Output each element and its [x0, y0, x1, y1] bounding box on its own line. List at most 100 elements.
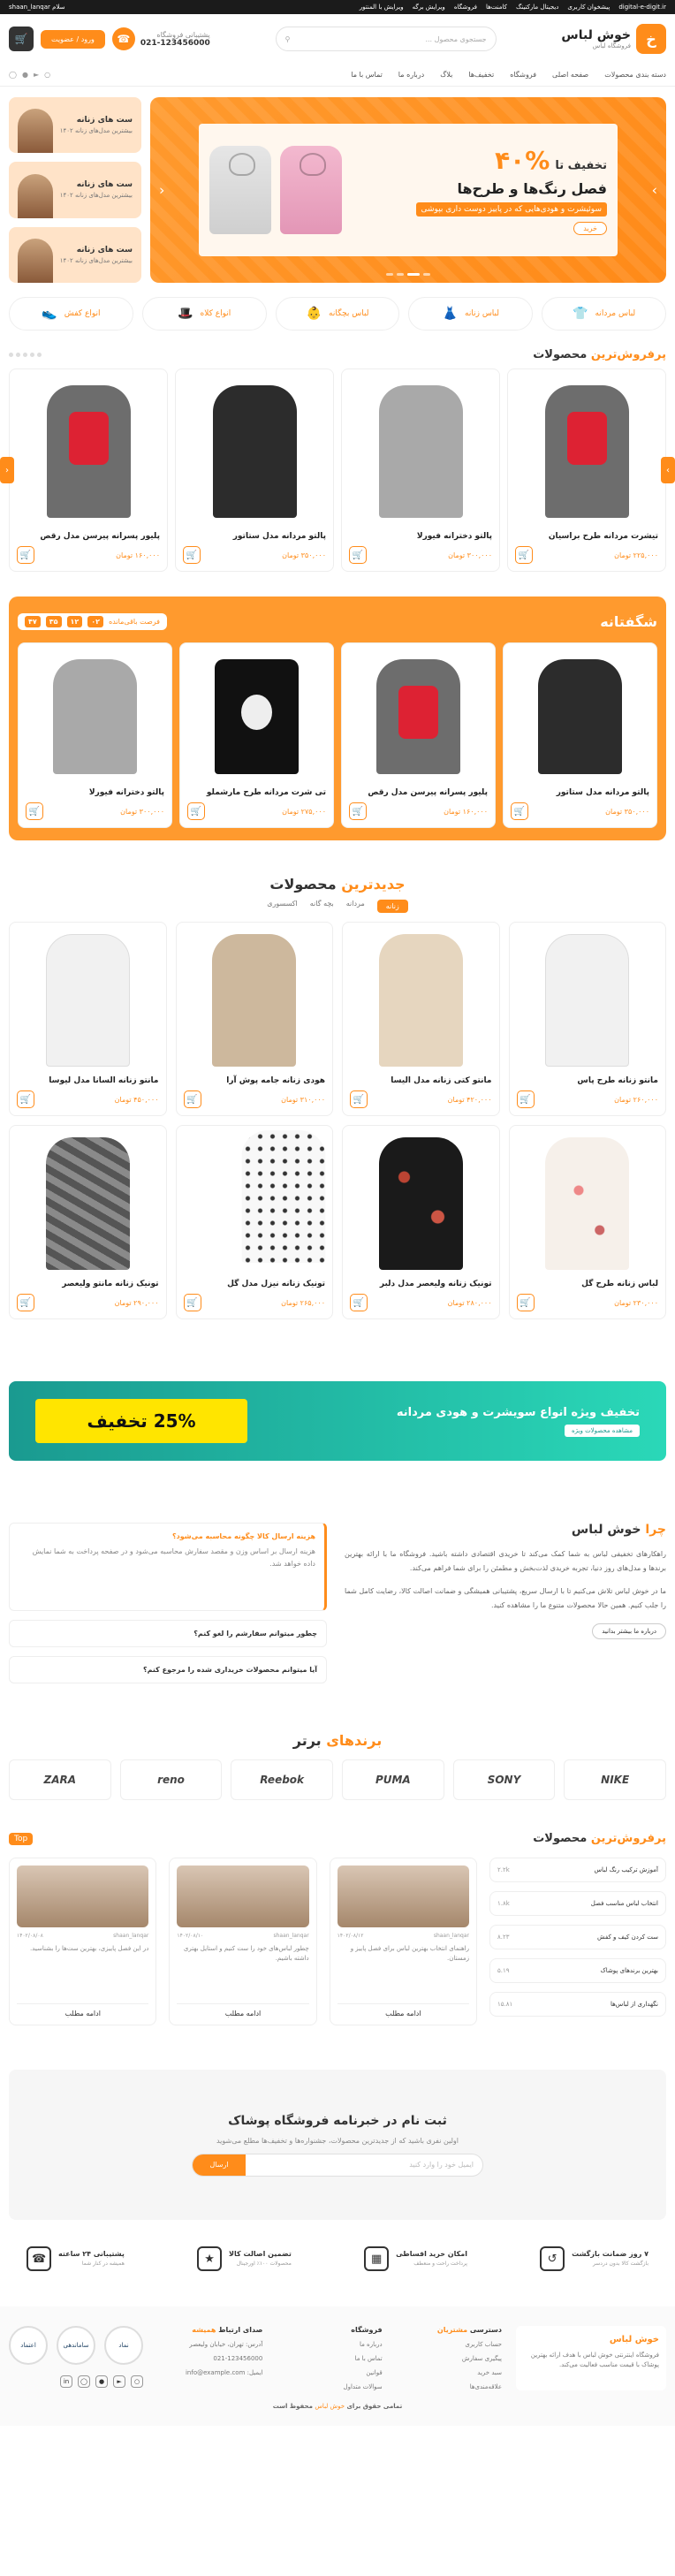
read-more-button[interactable]: ادامه مطلب	[17, 2003, 149, 2017]
blog-card[interactable]: shaan_lanqar ۱۴۰۲/۰۸/۱۲ راهنمای انتخاب بهت…	[329, 1858, 477, 2025]
product-card[interactable]: تونیک زنانه ولیعصر مدل دلبر ۲۸۰,۰۰۰ تومان…	[342, 1125, 500, 1319]
top-post-item[interactable]: انتخاب لباس مناسب فصل ۱.۸k	[489, 1891, 666, 1916]
brand-logo[interactable]: Reebok	[231, 1759, 333, 1800]
product-name[interactable]: مانتو زنانه السانا مدل لیوسا	[17, 1076, 158, 1085]
category-item[interactable]: لباس مردانه 👕	[542, 297, 666, 331]
footer-link[interactable]: علاقه‌مندی‌ها	[397, 2383, 502, 2390]
product-image[interactable]	[184, 1130, 325, 1274]
brand-logo[interactable]: NIKE	[564, 1759, 666, 1800]
add-to-cart-icon[interactable]: 🛒	[515, 546, 533, 564]
linkedin-icon[interactable]: in	[60, 2375, 73, 2388]
product-image[interactable]	[517, 1133, 659, 1274]
nav-item[interactable]: تماس با ما	[351, 71, 383, 79]
product-name[interactable]: پلیور پسرانه پیرسن مدل رقص	[349, 788, 488, 797]
carousel-next-icon[interactable]: ›	[661, 457, 675, 483]
top-post-item[interactable]: نگهداری از لباس‌ها ۱۵.۸۱	[489, 1992, 666, 2017]
footer-link[interactable]: 021-123456000	[157, 2355, 262, 2362]
product-card[interactable]: پالتو دخترانه فیورلا ۳۰۰,۰۰۰ تومان 🛒	[341, 369, 500, 572]
product-name[interactable]: هودی زنانه جامه پوش آرا	[184, 1076, 325, 1085]
faq-question[interactable]: چطور میتوانم سفارشم را لغو کنم؟	[193, 1630, 317, 1638]
promo-banner[interactable]: تخفیف ویژه انواع سویشرت و هودی مردانه مش…	[9, 1381, 666, 1461]
read-more-button[interactable]: ادامه مطلب	[177, 2003, 309, 2017]
admin-bar-link[interactable]: ویرایش با المنتور	[360, 4, 404, 11]
nav-item[interactable]: درباره ما	[398, 71, 424, 79]
add-to-cart-icon[interactable]: 🛒	[350, 1090, 368, 1108]
add-to-cart-icon[interactable]: 🛒	[516, 1294, 535, 1311]
slider-next-icon[interactable]: ›	[652, 182, 657, 199]
nav-item[interactable]: بلاگ	[440, 71, 452, 79]
add-to-cart-icon[interactable]: 🛒	[17, 546, 34, 564]
whatsapp-icon[interactable]: ◯	[78, 2375, 91, 2388]
product-image[interactable]	[350, 1133, 492, 1274]
bestsellers-pager[interactable]	[9, 353, 42, 357]
newsletter-submit-button[interactable]: ارسال	[193, 2154, 246, 2176]
product-name[interactable]: تونیک زنانه ولیعصر مدل دلبر	[350, 1280, 492, 1288]
category-item[interactable]: انواع کفش 👟	[9, 297, 133, 331]
telegram-icon[interactable]: ►	[34, 71, 39, 79]
admin-greeting[interactable]: سلام shaan_lanqar	[9, 4, 65, 11]
add-to-cart-icon[interactable]: 🛒	[183, 546, 201, 564]
banner-button[interactable]: مشاهده محصولات ویژه	[564, 1424, 640, 1437]
product-name[interactable]: پالتو مردانه مدل ستاتور	[511, 788, 649, 797]
product-name[interactable]: تونیک زنانه نیزل مدل گل	[184, 1280, 325, 1288]
product-image[interactable]	[515, 376, 658, 527]
product-image[interactable]	[26, 650, 164, 783]
product-name[interactable]: تیشرت مردانه طرح براسیان	[515, 532, 658, 541]
product-name[interactable]: پالتو دخترانه فیورلا	[26, 788, 164, 797]
nav-item[interactable]: تخفیف‌ها	[468, 71, 494, 79]
product-card[interactable]: مانتو زنانه السانا مدل لیوسا ۴۵۰,۰۰۰ توما…	[9, 922, 167, 1116]
twitter-icon[interactable]: ●	[22, 71, 28, 79]
tab-0[interactable]: زنانه	[376, 900, 408, 913]
add-to-cart-icon[interactable]: 🛒	[511, 802, 528, 820]
product-image[interactable]	[349, 650, 488, 783]
slider-dots[interactable]	[386, 273, 430, 276]
login-button[interactable]: ورود / عضویت	[41, 29, 105, 49]
nav-item[interactable]: دسته بندی محصولات	[604, 71, 666, 79]
category-item[interactable]: لباس زنانه 👗	[408, 297, 534, 331]
product-image[interactable]	[184, 930, 326, 1071]
read-more-button[interactable]: ادامه مطلب	[337, 2003, 469, 2017]
faq-question[interactable]: آیا میتوانم محصولات خریداری شده را مرجوع…	[143, 1666, 317, 1674]
product-card[interactable]: پلیور پسرانه پیرسن مدل رقص ۱۶۰,۰۰۰ تومان 🛒	[341, 642, 496, 828]
trust-badge[interactable]: ساماندهی	[57, 2326, 96, 2365]
footer-link[interactable]: قوانین	[277, 2369, 382, 2376]
add-to-cart-icon[interactable]: 🛒	[516, 1090, 535, 1108]
product-image[interactable]	[511, 650, 649, 783]
blog-card[interactable]: shaan_lanqar ۱۴۰۲/۰۸/۰۸ در این فصل پاییزی،…	[9, 1858, 157, 2025]
nav-item[interactable]: فروشگاه	[510, 71, 536, 79]
footer-link[interactable]: سوالات متداول	[277, 2383, 382, 2390]
faq-item[interactable]: آیا میتوانم محصولات خریداری شده را مرجوع…	[9, 1656, 327, 1683]
product-name[interactable]: مانتو کتی زنانه مدل الیسا	[350, 1076, 491, 1085]
carousel-prev-icon[interactable]: ‹	[0, 457, 14, 483]
side-banner[interactable]: ست های زنانه بیشترین مدل‌های زنانه ۱۴۰۲	[9, 97, 141, 154]
product-card[interactable]: پالتو مردانه مدل ستاتور ۳۵۰,۰۰۰ تومان 🛒	[503, 642, 657, 828]
side-banner[interactable]: ست های زنانه بیشترین مدل‌های زنانه ۱۴۰۲	[9, 162, 141, 218]
product-card[interactable]: پالتو دخترانه فیورلا ۳۰۰,۰۰۰ تومان 🛒	[18, 642, 172, 828]
add-to-cart-icon[interactable]: 🛒	[349, 546, 367, 564]
product-name[interactable]: پالتو دخترانه فیورلا	[349, 532, 492, 541]
product-card[interactable]: پالتو مردانه مدل ستاتور ۳۵۰,۰۰۰ تومان 🛒	[175, 369, 334, 572]
faq-item[interactable]: چطور میتوانم سفارشم را لغو کنم؟	[9, 1620, 327, 1647]
add-to-cart-icon[interactable]: 🛒	[183, 1090, 201, 1108]
tab-2[interactable]: بچه گانه	[310, 900, 334, 913]
product-card[interactable]: تونیک زنانه نیزل مدل گل ۲۶۵,۰۰۰ تومان 🛒	[175, 1125, 333, 1319]
tab-1[interactable]: مردانه	[346, 900, 365, 913]
footer-link[interactable]: پیگیری سفارش	[397, 2355, 502, 2362]
admin-bar-link[interactable]: کامنت‌ها	[486, 4, 507, 11]
product-image[interactable]	[17, 376, 160, 527]
product-card[interactable]: تونیک زنانه مانتو ولیعصر ۲۹۰,۰۰۰ تومان 🛒	[9, 1125, 167, 1319]
product-name[interactable]: پلیور پسرانه پیرسن مدل رقص	[17, 532, 160, 541]
product-name[interactable]: تونیک زنانه مانتو ولیعصر	[17, 1280, 158, 1288]
cart-icon[interactable]: 🛒	[9, 27, 34, 51]
product-name[interactable]: تی شرت مردانه طرح مارشملو	[187, 788, 326, 797]
slider-prev-icon[interactable]: ‹	[159, 182, 164, 199]
footer-link[interactable]: تماس با ما	[277, 2355, 383, 2362]
footer-link[interactable]: حساب کاربری	[397, 2341, 502, 2348]
category-item[interactable]: لباس بچگانه 👶	[275, 297, 400, 331]
brand-logo[interactable]: reno	[119, 1759, 223, 1800]
admin-bar-link[interactable]: پیشخوان کاربری	[567, 4, 610, 11]
product-name[interactable]: مانتو زنانه طرح پاس	[517, 1076, 658, 1085]
whatsapp-icon[interactable]: ◯	[9, 71, 17, 79]
product-image[interactable]	[17, 1133, 159, 1274]
product-image[interactable]	[517, 930, 659, 1071]
